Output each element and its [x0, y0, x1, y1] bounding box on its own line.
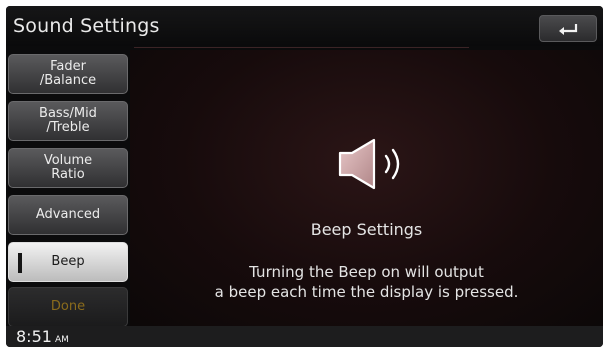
description-line: a beep each time the display is pressed. [214, 283, 519, 301]
speaker-icon [330, 137, 416, 195]
sidebar-item-label: Beep [51, 254, 85, 269]
sidebar-item-beep[interactable]: Beep [8, 242, 128, 282]
back-button[interactable] [539, 15, 597, 42]
clock-ampm: AM [54, 335, 69, 345]
done-button[interactable]: Done [8, 287, 128, 327]
selection-marker [18, 253, 22, 273]
sidebar-item-advanced[interactable]: Advanced [8, 195, 128, 235]
done-button-label: Done [50, 299, 86, 314]
return-arrow-icon [556, 21, 580, 37]
sidebar-item-label: Fader /Balance [39, 59, 97, 88]
beep-description: Turning the Beep on will output a beep e… [130, 262, 603, 302]
sidebar-item-label: Advanced [35, 207, 101, 222]
header-bar: Sound Settings [6, 6, 603, 46]
page-title: Sound Settings [13, 15, 160, 37]
main-panel: Beep Settings Turning the Beep on will o… [130, 50, 603, 326]
status-bar: 8:51 AM [6, 326, 603, 347]
sound-settings-screen: Sound Settings Fader /Balance Bass/Mid /… [6, 6, 603, 347]
sidebar-item-fader-balance[interactable]: Fader /Balance [8, 54, 128, 94]
header-divider [134, 47, 469, 48]
clock: 8:51 AM [16, 327, 69, 346]
description-line: Turning the Beep on will output [249, 263, 484, 281]
sidebar-item-label: Bass/Mid /Treble [39, 106, 97, 135]
sidebar-item-bass-mid-treble[interactable]: Bass/Mid /Treble [8, 101, 128, 141]
beep-settings-heading: Beep Settings [310, 220, 423, 239]
sidebar-item-volume-ratio[interactable]: Volume Ratio [8, 148, 128, 188]
sidebar-item-label: Volume Ratio [43, 153, 93, 182]
clock-time: 8:51 [16, 327, 52, 346]
